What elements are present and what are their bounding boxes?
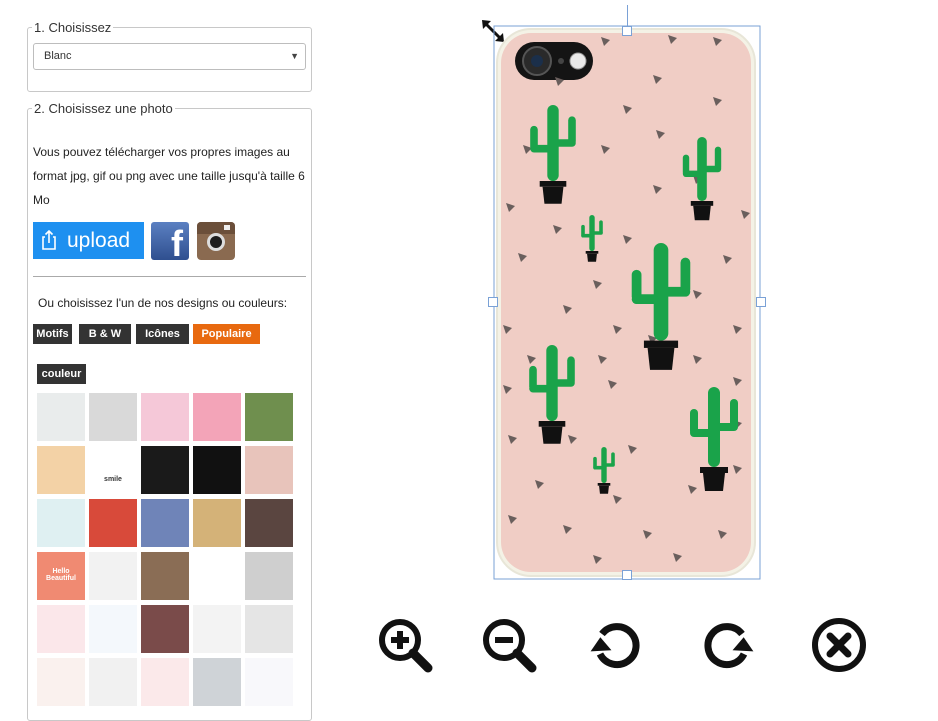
design-thumb-clockwork[interactable] [245,499,293,547]
facebook-icon: f [171,223,183,260]
zoom-in-icon [379,619,433,673]
design-thumb-dreamcatcher[interactable] [193,552,241,600]
design-thumb-polka-dots[interactable] [89,393,137,441]
step1-panel: 1. Choisissez Blanc ▼ [27,20,312,92]
rotate-right-icon [704,623,754,669]
design-thumb-wood-bird[interactable] [141,552,189,600]
resize-handle-bottom[interactable] [622,570,632,580]
design-thumb-vintage-chart[interactable] [193,499,241,547]
design-thumb-hello-beautiful[interactable]: Hello Beautiful [37,552,85,600]
chevron-down-icon: ▼ [290,51,299,61]
phone-case [493,25,761,580]
step2-panel: 2. Choisissez une photo Vous pouvez télé… [27,101,312,721]
design-thumb-watermelon[interactable] [141,658,189,706]
facebook-button[interactable]: f [151,222,189,260]
design-thumb-ink-splash[interactable] [245,552,293,600]
design-thumb-snowflakes-grey[interactable] [193,658,241,706]
design-thumb-black-wave[interactable] [193,446,241,494]
case-color-select[interactable]: Blanc ▼ [33,43,306,70]
design-thumb-doodle-swirls[interactable] [89,552,137,600]
delete-button[interactable] [811,617,867,673]
design-thumb-camera-smile[interactable]: smile [89,446,137,494]
design-thumb-hotdogs[interactable] [37,446,85,494]
zoom-in-button[interactable] [378,618,434,674]
rotate-left-button[interactable] [588,618,644,674]
design-thumb-tropical-leaves[interactable] [245,393,293,441]
design-thumb-marble[interactable] [37,393,85,441]
design-thumb-grey-dashes[interactable] [245,605,293,653]
zoom-out-icon [483,619,537,673]
design-thumb-blue-feathers[interactable] [89,605,137,653]
designs-heading: Ou choisissez l'un de nos designs ou cou… [38,296,288,310]
tab-populaire[interactable]: Populaire [193,324,260,344]
design-thumb-chevron-blue[interactable] [141,499,189,547]
design-thumb-confetti[interactable] [245,658,293,706]
rotate-left-icon [590,623,640,669]
rotate-right-button[interactable] [700,618,756,674]
design-thumb-rainbow-drip[interactable] [89,499,137,547]
instagram-lens [207,233,225,251]
divider [33,276,306,277]
tab-motifs[interactable]: Motifs [33,324,72,344]
instagram-button[interactable] [197,222,235,260]
design-thumb-zigzag-pastel[interactable] [141,393,189,441]
upload-description: Vous pouvez télécharger vos propres imag… [33,145,305,207]
design-thumb-pastel-triangles[interactable] [37,605,85,653]
thumb-label: Hello Beautiful [46,568,76,582]
design-thumb-black-marble[interactable] [141,446,189,494]
upload-icon [42,230,56,250]
tab-b-w[interactable]: B & W [79,324,131,344]
phone-case-preview[interactable] [493,25,761,580]
rotate-guide-line [627,5,628,27]
design-thumb-cactus[interactable] [245,446,293,494]
design-thumb-roses-vintage[interactable] [141,605,189,653]
design-thumb-dots-black[interactable] [193,605,241,653]
tab-icônes[interactable]: Icônes [136,324,189,344]
upload-label: upload [67,229,131,252]
design-thumb-flamingos[interactable] [193,393,241,441]
design-thumb-snowflakes[interactable] [37,499,85,547]
tab-couleur[interactable]: couleur [37,364,86,384]
resize-handle-right[interactable] [756,297,766,307]
close-circle-icon [812,618,866,672]
step2-legend: 2. Choisissez une photo [34,101,173,116]
design-thumb-teal-triangles[interactable] [89,658,137,706]
instagram-flash [224,225,230,230]
resize-handle-top[interactable] [622,26,632,36]
thumb-label: smile [104,476,122,483]
resize-handle-left[interactable] [488,297,498,307]
select-value: Blanc [44,50,72,62]
zoom-out-button[interactable] [482,618,538,674]
design-thumb-floral-white[interactable] [37,658,85,706]
upload-button[interactable]: upload [33,222,144,259]
step1-legend: 1. Choisissez [34,20,112,35]
